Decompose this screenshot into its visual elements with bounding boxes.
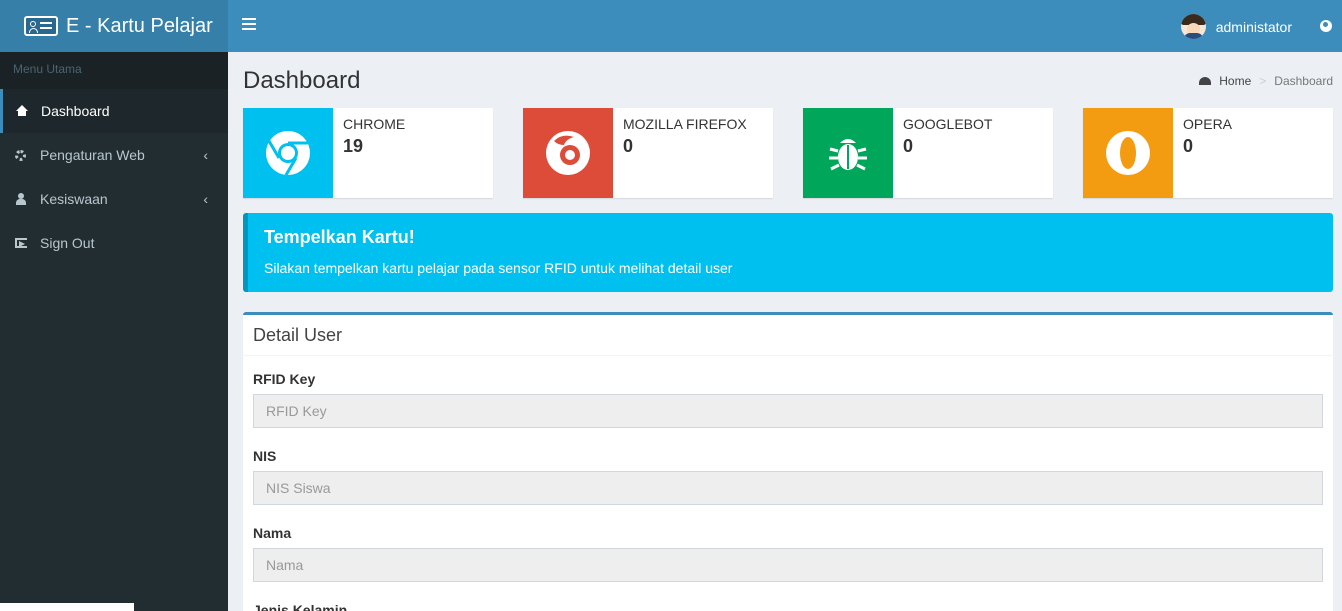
nama-label: Nama (253, 525, 292, 541)
callout-message: Silakan tempelkan kartu pelajar pada sen… (264, 260, 733, 276)
info-callout: Tempelkan Kartu! Silakan tempelkan kartu… (243, 213, 1333, 292)
sidebar: Menu Utama Dashboard Pengaturan Web ‹ Ke… (0, 52, 228, 611)
callout-title: Tempelkan Kartu! (264, 227, 415, 247)
stat-box-chrome: CHROME 19 (243, 108, 493, 198)
nis-field[interactable] (253, 471, 1323, 505)
avatar (1180, 14, 1206, 39)
chevron-left-icon: ‹ (203, 191, 208, 207)
sidebar-item-label: Sign Out (40, 235, 95, 251)
main-content: Dashboard Home > Dashboard CHROME 19 MOZ… (228, 52, 1342, 611)
page-title: Dashboard (243, 67, 361, 94)
breadcrumb-current: Dashboard (1274, 74, 1333, 88)
sidebar-menu-header: Menu Utama (0, 52, 228, 89)
stat-box-googlebot: GOOGLEBOT 0 (803, 108, 1053, 198)
top-navbar: administator (228, 0, 1342, 52)
stat-box-opera: OPERA 0 (1083, 108, 1333, 198)
stat-value: 0 (623, 136, 634, 156)
stat-label: MOZILLA FIREFOX (623, 116, 747, 132)
dashboard-icon (1199, 77, 1212, 85)
rfid-key-label: RFID Key (253, 371, 316, 387)
nis-label: NIS (253, 448, 277, 464)
breadcrumb-home[interactable]: Home (1219, 74, 1251, 88)
bottom-white-strip (0, 603, 134, 611)
rfid-key-field[interactable] (253, 394, 1323, 428)
gear-icon (15, 149, 26, 161)
firefox-icon (523, 108, 613, 198)
user-menu[interactable]: administator (1180, 14, 1292, 39)
stat-label: CHROME (343, 116, 406, 132)
sidebar-item-label: Pengaturan Web (40, 147, 145, 163)
sidebar-item-label: Dashboard (41, 103, 110, 119)
sidebar-item-label: Kesiswaan (40, 191, 108, 207)
sidebar-item-dashboard[interactable]: Dashboard (0, 89, 228, 133)
app-logo[interactable]: E - Kartu Pelajar (0, 0, 228, 52)
stat-value: 19 (343, 136, 364, 156)
sidebar-item-pengaturan-web[interactable]: Pengaturan Web ‹ (0, 133, 228, 177)
home-icon (16, 105, 28, 117)
sidebar-item-kesiswaan[interactable]: Kesiswaan ‹ (0, 177, 228, 221)
chrome-icon (243, 108, 333, 198)
globe-icon[interactable] (1320, 20, 1332, 32)
stat-label: OPERA (1183, 116, 1233, 132)
breadcrumb: Home > Dashboard (1199, 74, 1333, 88)
sidebar-toggle-icon[interactable] (242, 18, 256, 30)
stat-label: GOOGLEBOT (903, 116, 993, 132)
breadcrumb-separator: > (1259, 74, 1267, 88)
sidebar-item-sign-out[interactable]: Sign Out (0, 221, 228, 265)
id-card-icon (24, 16, 58, 36)
chevron-left-icon: ‹ (203, 147, 208, 163)
panel-title: Detail User (243, 315, 1333, 356)
stat-value: 0 (1183, 136, 1194, 156)
app-title: E - Kartu Pelajar (66, 14, 213, 37)
stat-value: 0 (903, 136, 914, 156)
bug-icon (803, 108, 893, 198)
stat-box-firefox: MOZILLA FIREFOX 0 (523, 108, 773, 198)
detail-user-panel: Detail User RFID Key NIS Nama Jenis Kela… (243, 312, 1333, 611)
user-name: administator (1215, 18, 1292, 35)
opera-icon (1083, 108, 1173, 198)
detail-form: RFID Key NIS Nama Jenis Kelamin (243, 356, 1333, 611)
jenis-kelamin-label: Jenis Kelamin (253, 602, 348, 611)
nama-field[interactable] (253, 548, 1323, 582)
sign-out-icon (15, 238, 27, 248)
user-icon (15, 193, 27, 205)
